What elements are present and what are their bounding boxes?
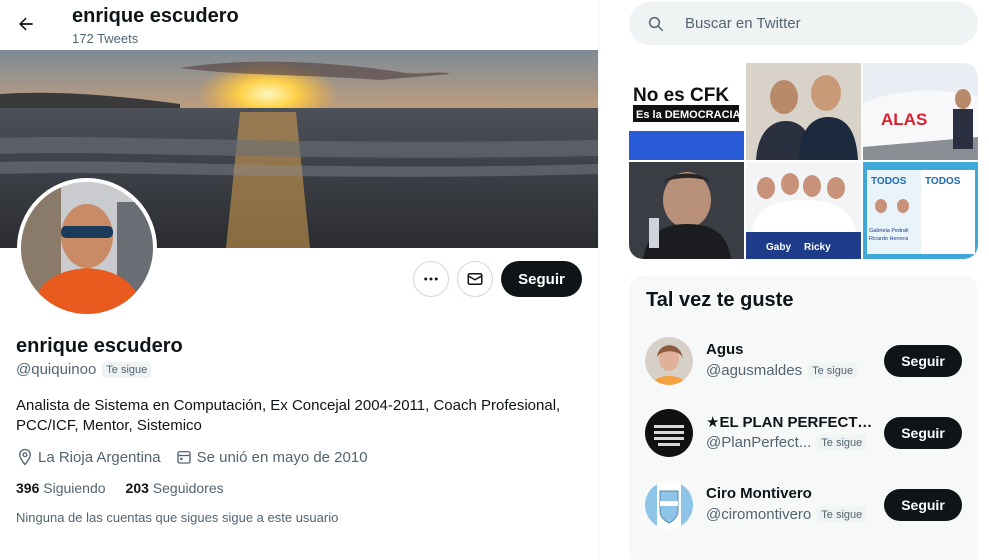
media-headline: No es CFK [633,85,729,106]
avatar-photo [645,409,693,457]
media-tile[interactable]: ALAS [863,63,978,160]
follows-you-badge: Te sigue [817,506,867,523]
profile-column: enrique escudero 172 Tweets Seguir enriq… [0,0,599,560]
media-candidate-1: Gaby [766,242,791,253]
header-tweet-count: 172 Tweets [72,31,139,46]
media-name-1: Gabriela Pedrali [869,228,908,234]
profile-stats: 396 Siguiendo 203 Seguidores [16,480,224,496]
calendar-icon [176,451,191,464]
media-logo-text: TODOS [871,176,907,187]
search-input[interactable] [685,15,965,32]
profile-header-bar: enrique escudero 172 Tweets [0,0,598,50]
profile-meta: La Rioja Argentina Se unió en mayo de 20… [16,448,382,466]
media-tile[interactable]: TODOS TODOS Gabriela Pedrali Ricardo Her… [863,162,978,259]
following-label: Siguiendo [43,480,106,496]
followers-you-know-note: Ninguna de las cuentas que sigues sigue … [16,510,339,525]
suggestion-follow-button[interactable]: Seguir [884,345,962,377]
suggestion-handle-row: @ciromontivero Te sigue [706,506,867,523]
media-candidate-2: Ricky [804,242,831,253]
profile-handle: @quiquinoo [16,361,97,378]
suggestion-name[interactable]: ★EL PLAN PERFECTO... [706,413,876,431]
more-dots-icon [424,277,438,281]
suggestion-avatar[interactable] [645,481,693,529]
more-options-button[interactable] [413,261,449,297]
profile-handle-row: @quiquinoo Te sigue [16,361,152,378]
joined-text: Se unió en mayo de 2010 [196,448,368,466]
media-tile[interactable] [629,162,744,259]
suggestion-row[interactable]: Agus @agusmaldes Te sigue Seguir [629,325,978,397]
suggestion-name[interactable]: Agus [706,341,744,358]
suggestion-handle: @PlanPerfect... [706,434,812,451]
profile-media-grid: No es CFK Es la DEMOCRACIA ALAS Gaby Ric… [629,63,978,259]
follows-you-badge: Te sigue [102,361,152,378]
suggestion-follow-button[interactable]: Seguir [884,417,962,449]
suggestion-handle: @agusmaldes [706,362,803,379]
followers-label: Seguidores [152,480,224,496]
header-profile-name: enrique escudero [72,5,239,27]
message-button[interactable] [457,261,493,297]
who-to-follow-panel: Tal vez te guste Agus @agusmaldes Te sig… [629,276,978,560]
media-image: TODOS TODOS Gabriela Pedrali Ricardo Her… [863,162,978,259]
suggestion-handle: @ciromontivero [706,506,812,523]
location-pin-icon [19,448,31,466]
search-bar[interactable] [629,2,978,45]
back-button[interactable] [8,6,44,42]
media-image: No es CFK Es la DEMOCRACIA [629,63,744,160]
suggestion-name[interactable]: Ciro Montivero [706,485,812,502]
suggestion-handle-row: @PlanPerfect... Te sigue [706,434,867,451]
suggestion-follow-button[interactable]: Seguir [884,489,962,521]
arrow-left-icon [19,17,33,31]
follows-you-badge: Te sigue [808,362,858,379]
media-image [746,63,861,160]
suggestion-row[interactable]: ★EL PLAN PERFECTO... @PlanPerfect... Te … [629,397,978,469]
follow-button[interactable]: Seguir [501,261,582,297]
media-logo-text: TODOS [925,176,961,187]
joined-item: Se unió en mayo de 2010 [175,448,368,466]
followers-link[interactable]: 203 Seguidores [126,480,224,496]
media-image [629,162,744,259]
following-count: 396 [16,480,40,496]
who-to-follow-title: Tal vez te guste [646,289,794,311]
follows-you-badge: Te sigue [817,434,867,451]
media-tile[interactable] [746,63,861,160]
suggestion-avatar[interactable] [645,409,693,457]
avatar-photo [645,481,693,529]
envelope-icon [467,273,483,285]
following-link[interactable]: 396 Siguiendo [16,480,106,496]
media-name-2: Ricardo Herrera [869,236,909,242]
profile-bio: Analista de Sistema en Computación, Ex C… [16,397,561,434]
followers-count: 203 [125,480,149,496]
media-image: ALAS [863,63,978,160]
media-tile[interactable]: No es CFK Es la DEMOCRACIA [629,63,744,160]
profile-avatar[interactable] [17,178,157,318]
media-subline: Es la DEMOCRACIA [636,109,741,121]
search-icon [648,16,664,31]
location-text: La Rioja Argentina [38,448,161,466]
avatar-photo [21,182,153,314]
suggestion-handle-row: @agusmaldes Te sigue [706,362,858,379]
avatar-photo [645,337,693,385]
media-image: Gaby Ricky [746,162,861,259]
location-item: La Rioja Argentina [16,448,161,466]
suggestion-row[interactable]: Ciro Montivero @ciromontivero Te sigue S… [629,469,978,541]
profile-name: enrique escudero [16,335,183,357]
suggestion-avatar[interactable] [645,337,693,385]
media-tile[interactable]: Gaby Ricky [746,162,861,259]
media-logo-text: ALAS [881,110,927,129]
